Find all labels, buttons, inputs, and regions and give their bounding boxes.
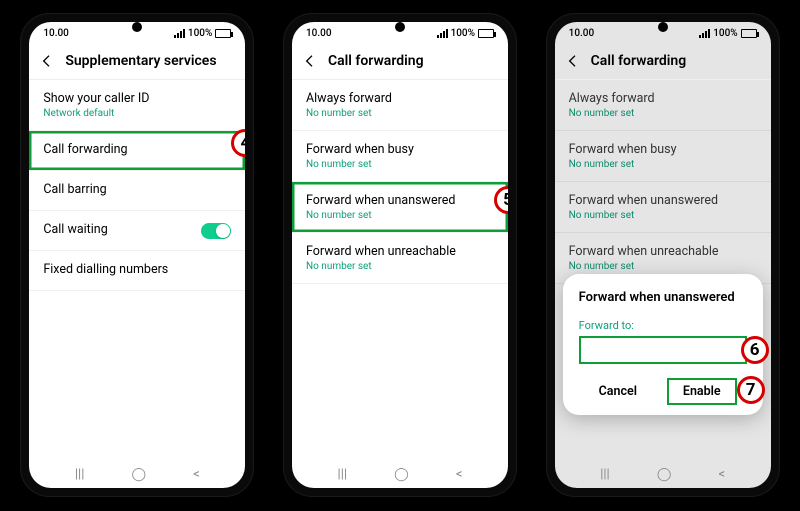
status-battery-text: 100%	[188, 28, 212, 39]
item-subtitle: No number set	[569, 261, 757, 272]
item-forward-busy: Forward when busy No number set	[555, 131, 771, 182]
signal-icon	[174, 29, 185, 38]
item-forward-unanswered[interactable]: Forward when unanswered No number set 5	[292, 182, 508, 233]
nav-bar: ||| ◯ <	[29, 459, 245, 488]
nav-back-icon[interactable]: <	[456, 467, 463, 482]
signal-icon	[437, 29, 448, 38]
item-caller-id[interactable]: Show your caller ID Network default	[29, 80, 245, 131]
nav-bar: ||| ◯ <	[292, 459, 508, 488]
item-forward-unreachable[interactable]: Forward when unreachable No number set	[292, 233, 508, 284]
back-icon[interactable]	[302, 53, 318, 69]
item-title: Forward when unanswered	[569, 193, 757, 208]
nav-home-icon[interactable]: ◯	[657, 467, 672, 482]
screen-header: Call forwarding	[555, 43, 771, 80]
item-always-forward[interactable]: Always forward No number set	[292, 80, 508, 131]
item-title: Call forwarding	[43, 142, 231, 157]
forward-dialog: Forward when unanswered Forward to: 6 Ca…	[563, 274, 763, 415]
item-call-forwarding[interactable]: Call forwarding 4	[29, 131, 245, 171]
nav-recents-icon[interactable]: |||	[338, 467, 348, 482]
header-title: Call forwarding	[328, 53, 424, 69]
status-time: 10.00	[569, 28, 595, 39]
battery-icon	[741, 29, 757, 38]
status-time: 10.00	[43, 28, 69, 39]
battery-icon	[478, 29, 494, 38]
item-title: Forward when unanswered	[306, 193, 494, 208]
status-battery-text: 100%	[713, 28, 737, 39]
step-badge-6: 6	[741, 336, 769, 364]
step-badge-4: 4	[231, 129, 245, 157]
nav-recents-icon[interactable]: |||	[75, 467, 85, 482]
item-call-waiting[interactable]: Call waiting	[29, 211, 245, 251]
item-subtitle: No number set	[569, 159, 757, 170]
nav-back-icon[interactable]: <	[718, 467, 725, 482]
signal-icon	[699, 29, 710, 38]
dialog-label: Forward to:	[579, 319, 747, 332]
item-title: Call waiting	[43, 222, 107, 237]
item-forward-busy[interactable]: Forward when busy No number set	[292, 131, 508, 182]
item-subtitle: No number set	[569, 210, 757, 221]
battery-icon	[215, 29, 231, 38]
screen-header: Call forwarding	[292, 43, 508, 80]
status-time: 10.00	[306, 28, 332, 39]
item-title: Always forward	[569, 91, 757, 106]
item-subtitle: No number set	[306, 159, 494, 170]
camera-notch	[132, 22, 142, 32]
item-call-barring[interactable]: Call barring	[29, 171, 245, 211]
step-badge-5: 5	[494, 186, 508, 214]
item-title: Forward when busy	[569, 142, 757, 157]
back-icon[interactable]	[39, 53, 55, 69]
nav-back-icon[interactable]: <	[193, 467, 200, 482]
nav-home-icon[interactable]: ◯	[394, 467, 409, 482]
phone-frame-1: 10.00 100% Supplementary services Show y…	[21, 14, 253, 496]
item-always-forward: Always forward No number set	[555, 80, 771, 131]
item-title: Show your caller ID	[43, 91, 231, 106]
header-title: Supplementary services	[65, 53, 216, 69]
enable-button[interactable]: Enable	[667, 378, 737, 405]
item-forward-unanswered: Forward when unanswered No number set	[555, 182, 771, 233]
item-title: Forward when unreachable	[569, 244, 757, 259]
dialog-title: Forward when unanswered	[579, 290, 747, 305]
step-badge-7: 7	[737, 376, 765, 404]
screen-header: Supplementary services	[29, 43, 245, 80]
item-title: Always forward	[306, 91, 494, 106]
status-battery-text: 100%	[451, 28, 475, 39]
cancel-button[interactable]: Cancel	[589, 378, 647, 405]
item-fixed-dialling[interactable]: Fixed dialling numbers	[29, 251, 245, 291]
nav-home-icon[interactable]: ◯	[132, 467, 147, 482]
nav-recents-icon[interactable]: |||	[600, 467, 610, 482]
camera-notch	[658, 22, 668, 32]
nav-bar: ||| ◯ <	[555, 459, 771, 488]
phone-frame-2: 10.00 100% Call forwarding Always forwar…	[284, 14, 516, 496]
phone-frame-3: 10.00 100% Call forwarding Always forwar…	[547, 14, 779, 496]
item-title: Forward when unreachable	[306, 244, 494, 259]
item-title: Call barring	[43, 182, 231, 197]
toggle-switch[interactable]	[201, 223, 231, 239]
item-title: Forward when busy	[306, 142, 494, 157]
camera-notch	[395, 22, 405, 32]
item-subtitle: No number set	[306, 210, 494, 221]
back-icon[interactable]	[565, 53, 581, 69]
item-subtitle: No number set	[569, 108, 757, 119]
item-title: Fixed dialling numbers	[43, 262, 231, 277]
item-subtitle: No number set	[306, 108, 494, 119]
item-subtitle: Network default	[43, 108, 231, 119]
header-title: Call forwarding	[591, 53, 687, 69]
item-subtitle: No number set	[306, 261, 494, 272]
forward-to-input[interactable]	[579, 336, 747, 364]
